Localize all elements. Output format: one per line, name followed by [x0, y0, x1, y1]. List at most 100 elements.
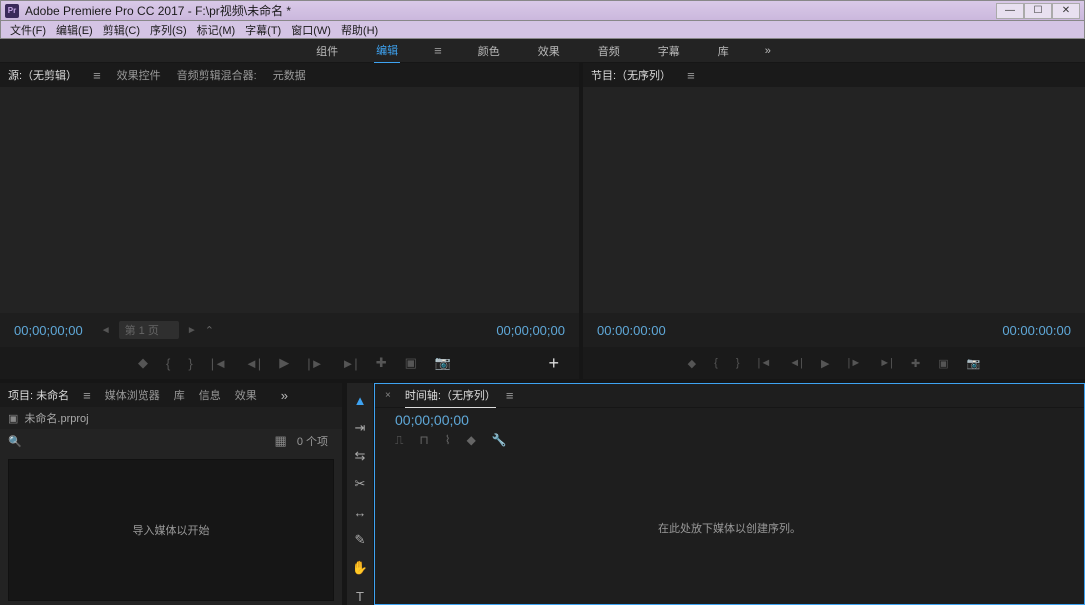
workspace-libraries[interactable]: 库 [716, 39, 731, 63]
tab-project[interactable]: 项目: 未命名 [8, 383, 69, 408]
tl-marker-icon[interactable]: ◆ [467, 433, 476, 447]
project-filename: 未命名.prproj [24, 410, 88, 426]
prog-in-icon[interactable]: { [714, 357, 718, 369]
prog-camera-icon[interactable]: 📷 [967, 357, 981, 370]
workspace-captions[interactable]: 字幕 [656, 39, 682, 63]
search-icon[interactable]: 🔍 [8, 435, 22, 448]
pen-tool-icon[interactable]: ✎ [351, 531, 369, 549]
source-panel-menu-icon[interactable]: ≡ [93, 68, 101, 83]
workspace-overflow-icon[interactable]: » [765, 45, 771, 57]
tab-libraries[interactable]: 库 [174, 383, 185, 407]
workspace-color[interactable]: 颜色 [476, 39, 502, 63]
marker-icon[interactable]: ◆ [138, 355, 148, 371]
tab-program[interactable]: 节目:（无序列） [591, 63, 671, 88]
tab-effect-controls[interactable]: 效果控件 [117, 63, 161, 87]
window-title: Adobe Premiere Pro CC 2017 - F:\pr视频\未命名… [25, 2, 291, 19]
menu-window[interactable]: 窗口(W) [286, 22, 336, 38]
tab-audio-mixer[interactable]: 音频剪辑混合器: [177, 63, 257, 87]
menu-clip[interactable]: 剪辑(C) [98, 22, 145, 38]
prog-out-icon[interactable]: } [736, 357, 740, 369]
go-start-icon[interactable]: |◄ [211, 356, 227, 371]
app-icon: Pr [5, 4, 19, 18]
menu-help[interactable]: 帮助(H) [336, 22, 383, 38]
tab-info[interactable]: 信息 [199, 383, 221, 407]
tab-media-browser[interactable]: 媒体浏览器 [105, 383, 160, 407]
insert-icon[interactable]: ✚ [376, 355, 387, 371]
program-panel-menu-icon[interactable]: ≡ [687, 68, 695, 83]
close-button[interactable]: ✕ [1052, 3, 1080, 19]
minimize-button[interactable]: — [996, 3, 1024, 19]
project-empty-message: 导入媒体以开始 [133, 522, 210, 538]
out-point-icon[interactable]: } [188, 356, 192, 371]
menu-sequence[interactable]: 序列(S) [145, 22, 192, 38]
export-frame-icon[interactable]: 📷 [435, 355, 451, 371]
tab-source[interactable]: 源:（无剪辑） [8, 63, 77, 88]
go-end-icon[interactable]: ►| [341, 356, 357, 371]
track-select-tool-icon[interactable]: ⇥ [351, 419, 369, 437]
project-file-icon: ▣ [8, 412, 18, 425]
menu-edit[interactable]: 编辑(E) [51, 22, 98, 38]
type-tool-icon[interactable]: T [351, 587, 369, 605]
step-forward-icon[interactable]: |► [307, 356, 323, 371]
workspace-editing[interactable]: 编辑 [374, 38, 400, 64]
selection-tool-icon[interactable]: ▲ [351, 391, 369, 409]
hand-tool-icon[interactable]: ✋ [351, 559, 369, 577]
view-grid-icon[interactable]: ▦ [275, 433, 287, 449]
project-panel: 项目: 未命名 ≡ 媒体浏览器 库 信息 效果 » ▣ 未命名.prproj 🔍… [0, 383, 342, 605]
tools-panel: ▲ ⇥ ⇆ ✂ ↔ ✎ ✋ T [346, 383, 374, 605]
slip-tool-icon[interactable]: ↔ [351, 503, 369, 521]
maximize-button[interactable]: ☐ [1024, 3, 1052, 19]
prog-goend-icon[interactable]: ►| [879, 357, 893, 369]
tl-settings-icon[interactable]: 🔧 [492, 433, 507, 447]
workspace-audio[interactable]: 音频 [596, 39, 622, 63]
menu-title[interactable]: 字幕(T) [240, 22, 286, 38]
workspace-assembly[interactable]: 组件 [314, 39, 340, 63]
workspace-editing-menu-icon[interactable]: ≡ [434, 43, 442, 58]
program-panel: 节目:（无序列） ≡ 00:00:00:00 00:00:00:00 ◆ { }… [583, 63, 1085, 379]
titlebar: Pr Adobe Premiere Pro CC 2017 - F:\pr视频\… [0, 0, 1085, 21]
prog-extract-icon[interactable]: ▣ [938, 357, 948, 370]
tl-snap-icon[interactable]: ⎍ [395, 433, 403, 448]
step-back-icon[interactable]: ◄| [245, 356, 261, 371]
workspace-tabs: 组件 编辑 ≡ 颜色 效果 音频 字幕 库 » [0, 39, 1085, 63]
menu-marker[interactable]: 标记(M) [192, 22, 241, 38]
source-panel: 源:（无剪辑） ≡ 效果控件 音频剪辑混合器: 元数据 00;00;00;00 … [0, 63, 579, 379]
timeline-panel-menu-icon[interactable]: ≡ [506, 388, 514, 403]
timeline-panel: × 时间轴:（无序列） ≡ 00;00;00;00 ⎍ ⊓ ⌇ ◆ 🔧 在此处放… [374, 383, 1085, 605]
timeline-empty-message: 在此处放下媒体以创建序列。 [658, 520, 801, 536]
program-timecode-right: 00:00:00:00 [1002, 323, 1071, 338]
prog-marker-icon[interactable]: ◆ [688, 357, 696, 370]
razor-tool-icon[interactable]: ✂ [351, 475, 369, 493]
source-fit-icon[interactable]: ⌃ [205, 324, 214, 337]
prog-play-icon[interactable]: ▶ [821, 357, 829, 370]
program-timecode-left[interactable]: 00:00:00:00 [597, 323, 666, 338]
prog-gostart-icon[interactable]: |◄ [758, 357, 772, 369]
tab-effects[interactable]: 效果 [235, 383, 257, 407]
project-panel-menu-icon[interactable]: ≡ [83, 388, 91, 403]
tl-link-icon[interactable]: ⌇ [445, 433, 451, 447]
tl-magnet-icon[interactable]: ⊓ [419, 433, 428, 447]
play-icon[interactable]: ▶ [279, 355, 289, 371]
source-timecode-right: 00;00;00;00 [496, 323, 565, 338]
source-add-button-icon[interactable]: + [548, 353, 559, 374]
source-timecode-left[interactable]: 00;00;00;00 [14, 323, 83, 338]
project-bin[interactable]: 导入媒体以开始 [8, 459, 334, 601]
prog-stepback-icon[interactable]: ◄| [789, 357, 803, 369]
overwrite-icon[interactable]: ▣ [405, 355, 417, 371]
menu-file[interactable]: 文件(F) [5, 22, 51, 38]
source-page-next-icon[interactable]: ► [187, 325, 197, 336]
tab-metadata[interactable]: 元数据 [273, 63, 306, 87]
in-point-icon[interactable]: { [166, 356, 170, 371]
timeline-drop-area[interactable]: 在此处放下媒体以创建序列。 [375, 452, 1084, 604]
ripple-tool-icon[interactable]: ⇆ [351, 447, 369, 465]
prog-lift-icon[interactable]: ✚ [911, 357, 920, 370]
project-item-count: 0 个项 [297, 433, 334, 449]
timeline-timecode[interactable]: 00;00;00;00 [375, 408, 1084, 428]
source-page-label: 第 1 页 [119, 321, 179, 339]
timeline-tab-close-icon[interactable]: × [385, 390, 391, 401]
project-tabs-overflow-icon[interactable]: » [281, 388, 288, 403]
tab-timeline[interactable]: 时间轴:（无序列） [405, 383, 496, 408]
prog-stepfwd-icon[interactable]: |► [847, 357, 861, 369]
workspace-effects[interactable]: 效果 [536, 39, 562, 63]
source-page-prev-icon[interactable]: ◄ [101, 325, 111, 336]
